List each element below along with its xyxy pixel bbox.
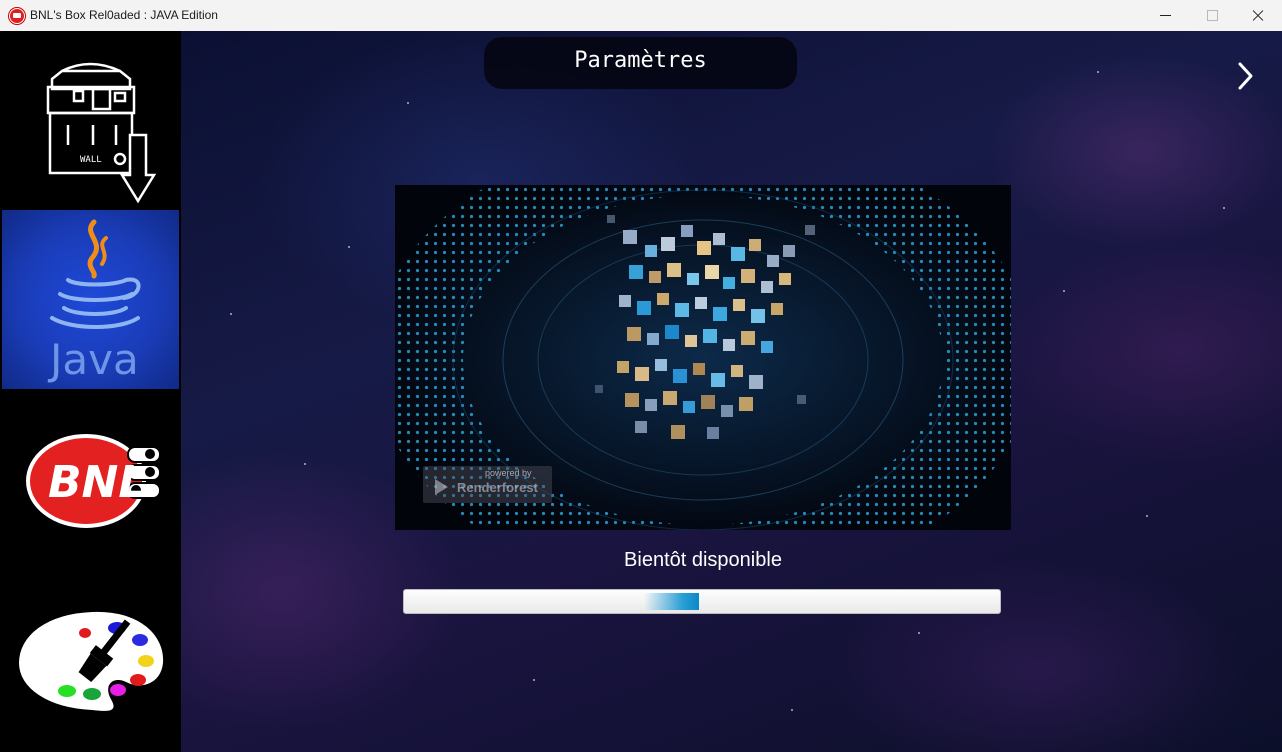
progress-bar: [403, 589, 1001, 614]
renderforest-watermark: powered by Renderforest: [423, 466, 552, 503]
status-text: Bientôt disponible: [624, 549, 782, 571]
page-title: Paramètres: [574, 48, 707, 73]
window-title: BNL's Box Rel0aded : JAVA Edition: [30, 8, 218, 22]
video-preview[interactable]: powered by Renderforest: [395, 185, 1011, 530]
watermark-brand: Renderforest: [457, 480, 538, 495]
bnl-logo-text: BNL: [48, 457, 146, 508]
java-logo-text: Java: [47, 335, 139, 384]
sidebar-item-wall-e[interactable]: WALL: [0, 31, 181, 210]
progress-indicator: [644, 593, 699, 610]
play-icon: [435, 479, 448, 495]
main-panel: Paramètres powered by Renderforest Bient…: [181, 31, 1282, 752]
app-icon: [9, 8, 25, 24]
minimize-button[interactable]: [1143, 0, 1189, 30]
sidebar-item-paint[interactable]: [0, 571, 181, 752]
sidebar: WALL Java BNL: [0, 31, 181, 752]
app-window: BNL's Box Rel0aded : JAVA Edition WALL J…: [0, 0, 1282, 752]
sidebar-item-java[interactable]: Java: [2, 210, 179, 389]
bnl-logo-icon: BNL: [26, 434, 161, 528]
watermark-powered-by: powered by: [485, 468, 532, 478]
close-button[interactable]: [1235, 0, 1281, 30]
maximize-button[interactable]: [1189, 0, 1235, 30]
chevron-right-icon[interactable]: [1231, 59, 1259, 93]
java-icon: Java: [47, 219, 141, 384]
wall-e-download-icon: WALL: [46, 62, 157, 204]
palette-icon: [16, 609, 166, 713]
wall-logo-text: WALL: [80, 155, 102, 165]
sidebar-item-bnl[interactable]: BNL: [0, 391, 181, 571]
title-bar: BNL's Box Rel0aded : JAVA Edition: [0, 0, 1282, 32]
